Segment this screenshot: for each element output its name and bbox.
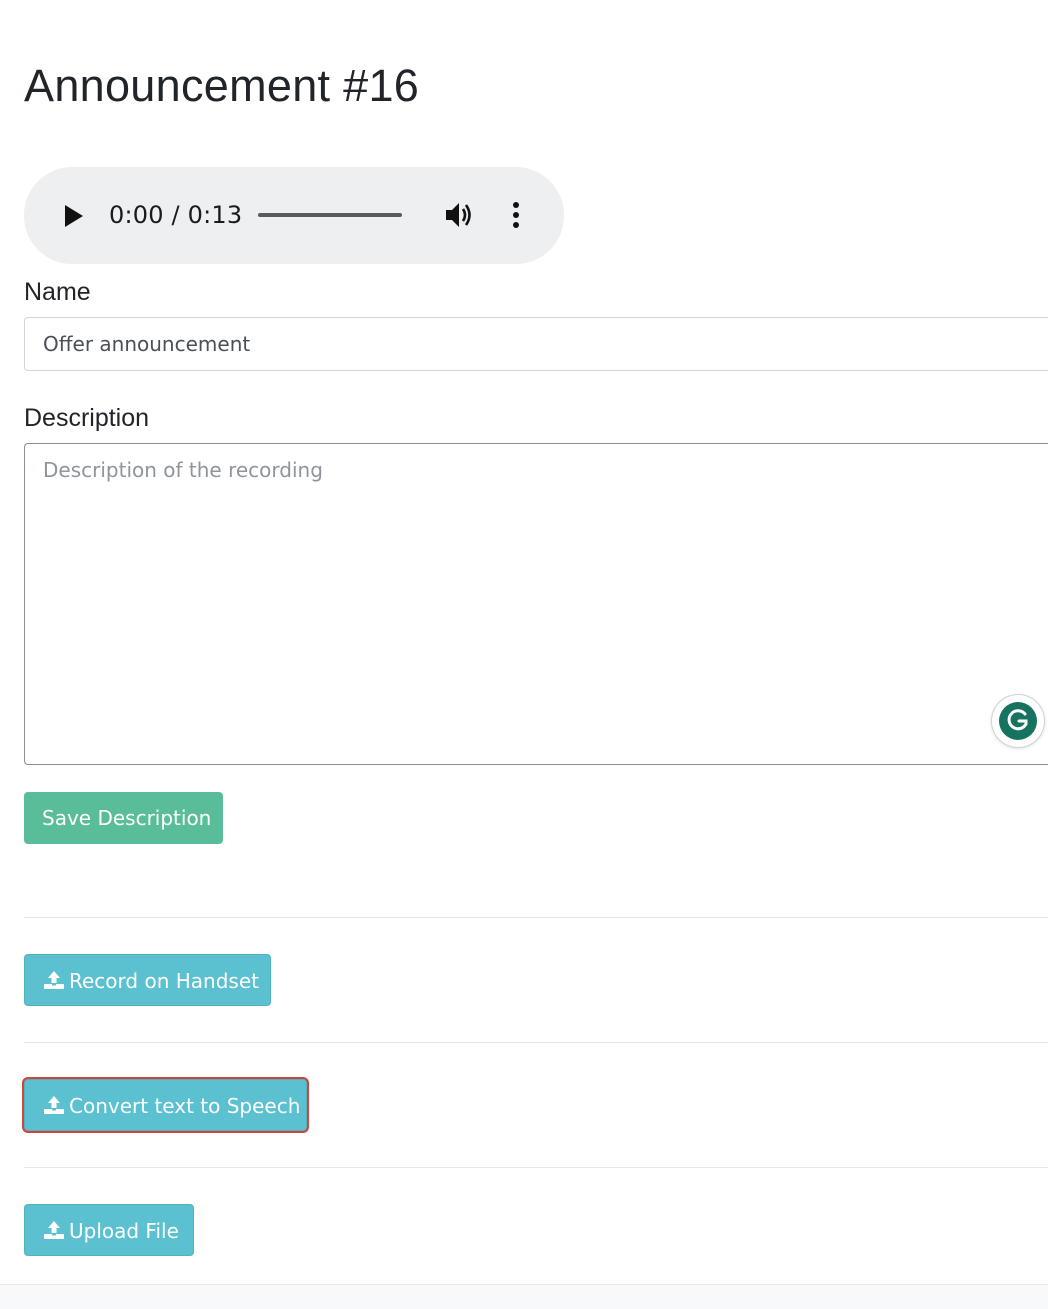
description-textarea[interactable] bbox=[24, 443, 1048, 765]
upload-icon bbox=[43, 1082, 65, 1114]
page-footer-strip bbox=[0, 1284, 1048, 1309]
upload-file-button[interactable]: Upload File bbox=[24, 1204, 194, 1256]
audio-time-display: 0:00 / 0:13 bbox=[109, 201, 243, 229]
save-description-button[interactable]: Save Description bbox=[24, 792, 223, 844]
name-input[interactable] bbox=[24, 317, 1048, 371]
upload-button-label: Upload File bbox=[69, 1219, 179, 1243]
record-button-label: Record on Handset bbox=[69, 969, 259, 993]
audio-seek-bar[interactable] bbox=[258, 213, 402, 217]
audio-player[interactable]: 0:00 / 0:13 bbox=[24, 167, 564, 264]
upload-icon bbox=[43, 1207, 65, 1239]
play-icon[interactable] bbox=[62, 203, 86, 229]
upload-icon bbox=[43, 957, 65, 989]
page-title: Announcement #16 bbox=[24, 60, 420, 111]
divider bbox=[24, 1167, 1048, 1168]
more-options-icon[interactable] bbox=[510, 201, 522, 231]
record-on-handset-button[interactable]: Record on Handset bbox=[24, 954, 271, 1006]
name-label: Name bbox=[24, 278, 91, 306]
description-label: Description bbox=[24, 404, 150, 432]
volume-icon[interactable] bbox=[444, 201, 474, 229]
convert-button-label: Convert text to Speech bbox=[69, 1094, 301, 1118]
divider bbox=[24, 1042, 1048, 1043]
convert-text-to-speech-button[interactable]: Convert text to Speech bbox=[24, 1079, 307, 1131]
grammarly-icon[interactable] bbox=[992, 695, 1044, 747]
divider bbox=[24, 917, 1048, 918]
